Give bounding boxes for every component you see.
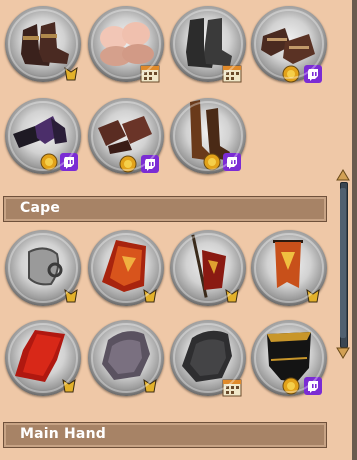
calendar-icon: [222, 65, 242, 83]
coin-icon: [119, 155, 137, 173]
calendar-icon: [222, 379, 242, 397]
item-slot-purple-shoes[interactable]: [5, 98, 81, 174]
item-slot-red-cape[interactable]: [5, 320, 81, 396]
section-title-cape: Cape: [20, 200, 61, 216]
scroll-up-arrow-icon[interactable]: [336, 168, 350, 182]
achievement-medal-icon: [62, 378, 76, 393]
cosmetics-grid: Cape Main Hand: [0, 0, 330, 460]
twitch-icon: [304, 377, 322, 395]
scroll-down-arrow-icon[interactable]: [336, 346, 350, 360]
calendar-icon: [140, 65, 160, 83]
achievement-medal-icon: [143, 378, 157, 393]
panel-edge: [352, 0, 357, 460]
item-slot-dark-metal-boots[interactable]: [170, 6, 246, 83]
item-slot-sandal-boots[interactable]: [251, 6, 327, 83]
achievement-medal-icon: [143, 288, 157, 303]
coin-icon: [282, 65, 300, 83]
twitch-icon: [60, 153, 78, 171]
twitch-icon: [141, 155, 159, 173]
twitch-icon: [304, 65, 322, 83]
item-slot-fur-boots[interactable]: [88, 6, 164, 83]
achievement-medal-icon: [64, 288, 78, 303]
coin-icon: [282, 377, 300, 395]
item-slot-brown-boots[interactable]: [5, 6, 81, 82]
section-header-cape: Cape: [3, 196, 327, 222]
item-slot-grey-feather-cape[interactable]: [88, 320, 164, 396]
item-slot-tall-boots[interactable]: [170, 98, 246, 174]
scroll-thumb[interactable]: [340, 188, 346, 338]
item-slot-red-spear-banner[interactable]: [170, 230, 246, 306]
achievement-medal-icon: [225, 288, 239, 303]
coin-icon: [40, 153, 58, 171]
item-slot-hook-cape[interactable]: [5, 230, 81, 306]
twitch-icon: [223, 153, 241, 171]
item-slot-black-gold-cape[interactable]: [251, 320, 327, 396]
item-slot-red-banner-cape[interactable]: [88, 230, 164, 306]
item-slot-leather-shoes[interactable]: [88, 98, 164, 174]
section-title-main-hand: Main Hand: [20, 426, 106, 442]
vertical-scrollbar[interactable]: [336, 168, 350, 360]
item-slot-orange-banner[interactable]: [251, 230, 327, 306]
coin-icon: [203, 153, 221, 171]
item-slot-dark-feather-cape[interactable]: [170, 320, 246, 397]
achievement-medal-icon: [306, 288, 320, 303]
achievement-medal-icon: [64, 66, 78, 81]
section-header-main-hand: Main Hand: [3, 422, 327, 448]
